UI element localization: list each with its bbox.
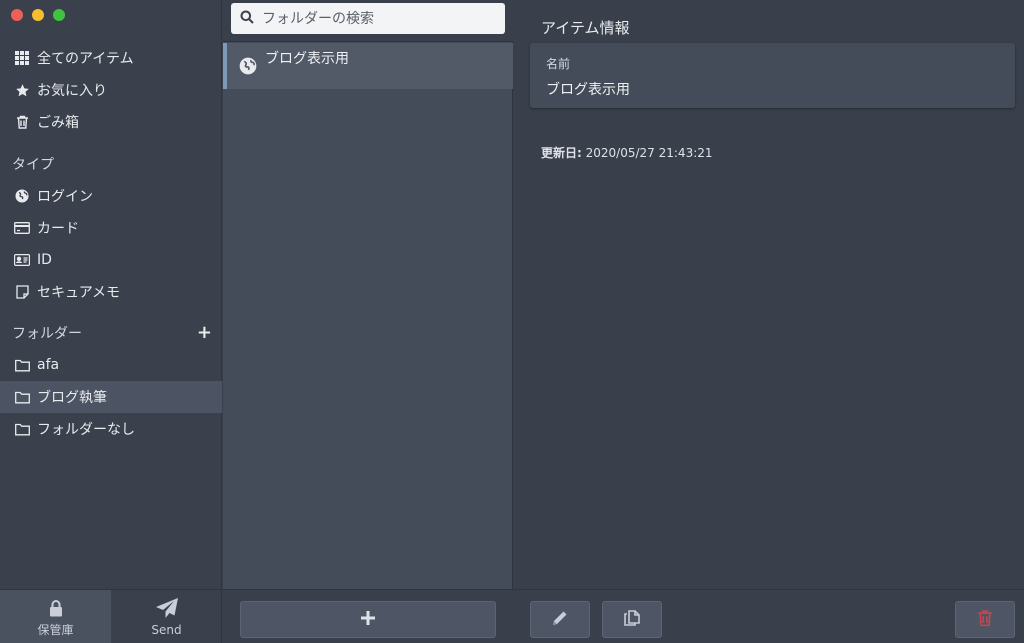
type-secure-note[interactable]: セキュアメモ xyxy=(0,276,222,308)
add-folder-button[interactable]: + xyxy=(197,324,212,342)
globe-icon xyxy=(14,188,30,204)
trash-icon xyxy=(14,114,30,130)
folder-icon xyxy=(14,389,30,405)
clone-icon xyxy=(622,608,642,632)
type-label: セキュアメモ xyxy=(37,285,121,301)
plus-icon xyxy=(360,610,376,630)
bottom-tabs: 保管庫 Send xyxy=(0,589,222,643)
folder-label: afa xyxy=(37,357,60,373)
add-item-button[interactable] xyxy=(240,601,496,638)
filter-all-items[interactable]: 全てのアイテム xyxy=(0,42,222,74)
list-footer xyxy=(223,589,513,643)
trash-icon xyxy=(977,609,993,631)
send-icon xyxy=(155,597,179,619)
folder-icon xyxy=(14,421,30,437)
type-identity[interactable]: ID xyxy=(0,244,222,276)
card-icon xyxy=(14,220,30,236)
tab-vault-label: 保管庫 xyxy=(37,623,74,637)
list-item-name: ブログ表示用 xyxy=(265,51,349,67)
filter-trash[interactable]: ごみ箱 xyxy=(0,106,222,138)
folder-item-no-folder[interactable]: フォルダーなし xyxy=(0,413,222,445)
edit-button[interactable] xyxy=(530,601,590,638)
search-bar xyxy=(223,0,513,42)
updated-date: 更新日: 2020/05/27 21:43:21 xyxy=(541,144,713,161)
types-heading-label: タイプ xyxy=(12,157,54,173)
window-controls xyxy=(11,9,65,21)
tab-send-label: Send xyxy=(151,622,182,637)
pencil-icon xyxy=(551,609,569,631)
updated-value: 2020/05/27 21:43:21 xyxy=(585,146,713,160)
window-close-button[interactable] xyxy=(11,9,23,21)
updated-label: 更新日: xyxy=(541,146,582,160)
folder-item-blog-writing[interactable]: ブログ執筆 xyxy=(0,381,222,413)
clone-button[interactable] xyxy=(602,601,662,638)
item-detail-pane: アイテム情報 名前 ブログ表示用 更新日: 2020/05/27 21:43:2… xyxy=(514,0,1024,643)
window-minimize-button[interactable] xyxy=(32,9,44,21)
folder-icon xyxy=(14,357,30,373)
detail-footer xyxy=(514,589,1024,643)
folder-label: フォルダーなし xyxy=(37,422,135,438)
tab-vault[interactable]: 保管庫 xyxy=(0,590,111,643)
name-label: 名前 xyxy=(546,57,571,71)
folders-heading: フォルダー + xyxy=(0,317,222,349)
id-card-icon xyxy=(14,252,30,268)
note-icon xyxy=(14,284,30,300)
list-item[interactable]: ブログ表示用 xyxy=(223,43,513,89)
type-card[interactable]: カード xyxy=(0,212,222,244)
search-box xyxy=(231,3,505,34)
globe-icon xyxy=(239,57,257,75)
filter-label: 全てのアイテム xyxy=(37,51,134,67)
sidebar: 全てのアイテム お気に入り ごみ箱 タイプ ログイン カード ID セキュアメモ… xyxy=(0,0,222,643)
type-label: ログイン xyxy=(37,189,93,205)
grid-icon xyxy=(14,50,30,66)
delete-button[interactable] xyxy=(955,601,1015,638)
window-maximize-button[interactable] xyxy=(53,9,65,21)
search-icon xyxy=(240,9,254,28)
type-login[interactable]: ログイン xyxy=(0,180,222,212)
tab-send[interactable]: Send xyxy=(111,590,222,643)
star-icon xyxy=(14,82,30,98)
search-input[interactable] xyxy=(260,9,490,28)
type-list: ログイン カード ID セキュアメモ xyxy=(0,180,222,308)
folders-heading-label: フォルダー xyxy=(12,326,82,342)
filter-label: ごみ箱 xyxy=(37,115,79,131)
filter-label: お気に入り xyxy=(37,83,107,99)
type-label: ID xyxy=(37,252,52,268)
folder-list: afa ブログ執筆 フォルダーなし xyxy=(0,349,222,445)
types-heading: タイプ xyxy=(0,148,222,180)
item-name-card: 名前 ブログ表示用 xyxy=(530,43,1015,108)
vault-filter-list: 全てのアイテム お気に入り ごみ箱 xyxy=(0,42,222,138)
folder-item-afa[interactable]: afa xyxy=(0,349,222,381)
type-label: カード xyxy=(37,221,79,237)
name-value[interactable]: ブログ表示用 xyxy=(546,79,630,99)
folder-label: ブログ執筆 xyxy=(37,390,107,406)
filter-favorites[interactable]: お気に入り xyxy=(0,74,222,106)
item-info-heading: アイテム情報 xyxy=(541,19,630,37)
lock-icon xyxy=(49,595,63,617)
item-list-pane: ブログ表示用 xyxy=(223,0,513,643)
